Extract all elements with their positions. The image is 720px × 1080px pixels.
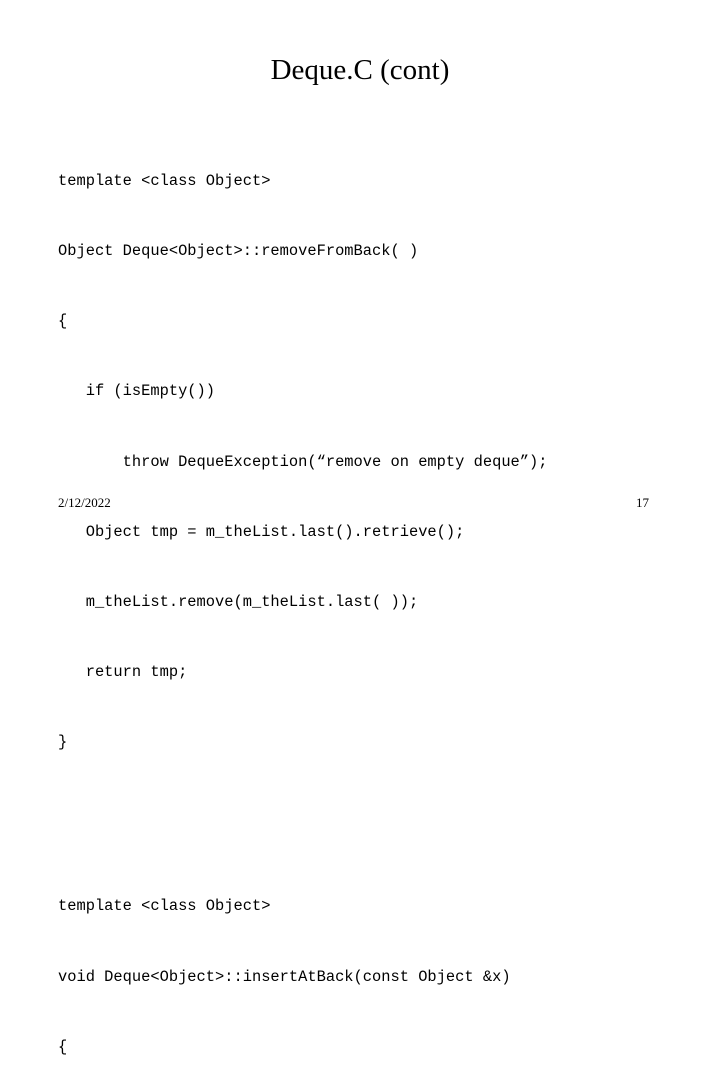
code-line: template <class Object>	[58, 171, 271, 190]
code-line: if (isEmpty())	[58, 382, 216, 401]
code-line: template <class Object>	[58, 897, 271, 916]
code-line: }	[58, 733, 68, 752]
footer-date: 2/12/2022	[58, 495, 111, 510]
code-block-insert-at-back: template <class Object> void Deque<Objec…	[58, 849, 698, 1080]
code-line: Object Deque<Object>::removeFromBack( )	[58, 242, 419, 261]
footer-page-number: 17	[636, 495, 649, 510]
code-line: m_theList.remove(m_theList.last( ));	[58, 593, 419, 612]
code-line: Object tmp = m_theList.last().retrieve()…	[58, 522, 465, 541]
code-block-spacer	[58, 802, 698, 849]
code-line: {	[58, 312, 68, 331]
code-block-remove-from-back: template <class Object> Object Deque<Obj…	[58, 123, 698, 802]
code-line: throw DequeException(“remove on empty de…	[58, 452, 548, 471]
code-line: return tmp;	[58, 663, 188, 682]
presentation-slide: Deque.C (cont) template <class Object> O…	[0, 0, 720, 1056]
code-line: {	[58, 1037, 68, 1056]
code-line: void Deque<Object>::insertAtBack(const O…	[58, 967, 511, 986]
slide-content-body: template <class Object> Object Deque<Obj…	[58, 123, 698, 1080]
page-title: Deque.C (cont)	[270, 54, 450, 86]
